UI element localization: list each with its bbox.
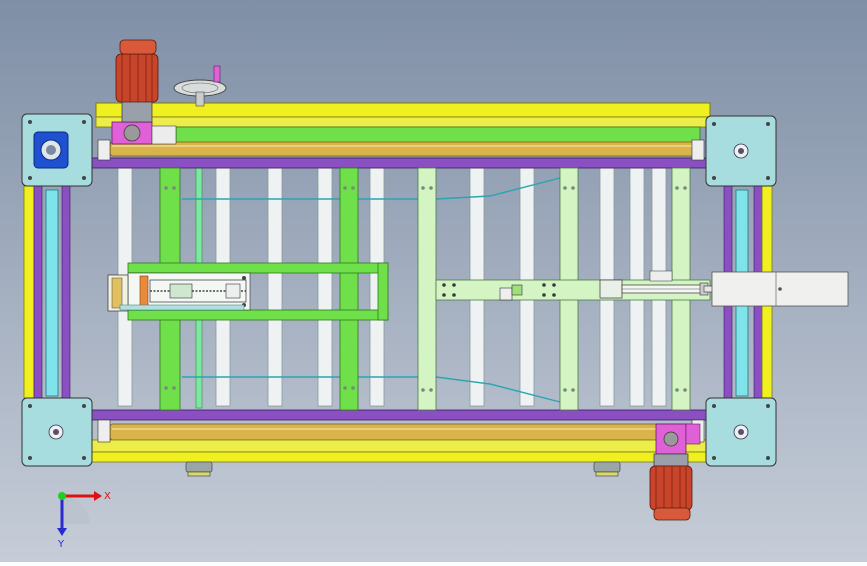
bottom-purple-beam bbox=[91, 409, 713, 421]
top-frame-rail bbox=[95, 102, 711, 118]
corner-block-bottom-right bbox=[705, 397, 777, 467]
axis-triad-icon: X Y bbox=[57, 491, 111, 550]
left-yellow-column bbox=[23, 185, 35, 399]
left-purple-column bbox=[61, 185, 71, 399]
corner-block-bottom-left bbox=[21, 397, 93, 467]
axis-x-label: X bbox=[104, 491, 111, 502]
motor-icon bbox=[111, 39, 177, 145]
corner-block-top-left bbox=[21, 113, 93, 187]
sensor-bracket bbox=[499, 287, 513, 301]
axis-y-label: Y bbox=[57, 539, 65, 550]
bearing bbox=[97, 419, 111, 443]
assembly-top-view: X Y bbox=[21, 39, 849, 550]
bearing bbox=[691, 139, 705, 161]
roller bbox=[267, 167, 283, 407]
top-drive-roller bbox=[109, 141, 695, 157]
gear-housing bbox=[685, 423, 701, 445]
left-cyan-shaft bbox=[45, 189, 59, 397]
top-frame-rail bbox=[95, 116, 711, 128]
left-purple-column bbox=[33, 185, 43, 399]
bearing bbox=[97, 139, 111, 161]
sensor-bracket bbox=[511, 284, 523, 296]
cad-viewport[interactable]: X Y bbox=[0, 0, 867, 562]
top-purple-beam bbox=[91, 157, 713, 169]
light-upright bbox=[417, 167, 437, 411]
bottom-frame-rail bbox=[91, 439, 707, 453]
corner-block-top-right bbox=[705, 115, 777, 187]
bottom-frame-rail bbox=[91, 451, 707, 463]
leveling-feet bbox=[185, 461, 621, 477]
roller bbox=[317, 167, 333, 407]
green-upright bbox=[339, 167, 359, 411]
bottom-drive-roller bbox=[109, 423, 695, 441]
handwheel-icon bbox=[173, 65, 227, 107]
